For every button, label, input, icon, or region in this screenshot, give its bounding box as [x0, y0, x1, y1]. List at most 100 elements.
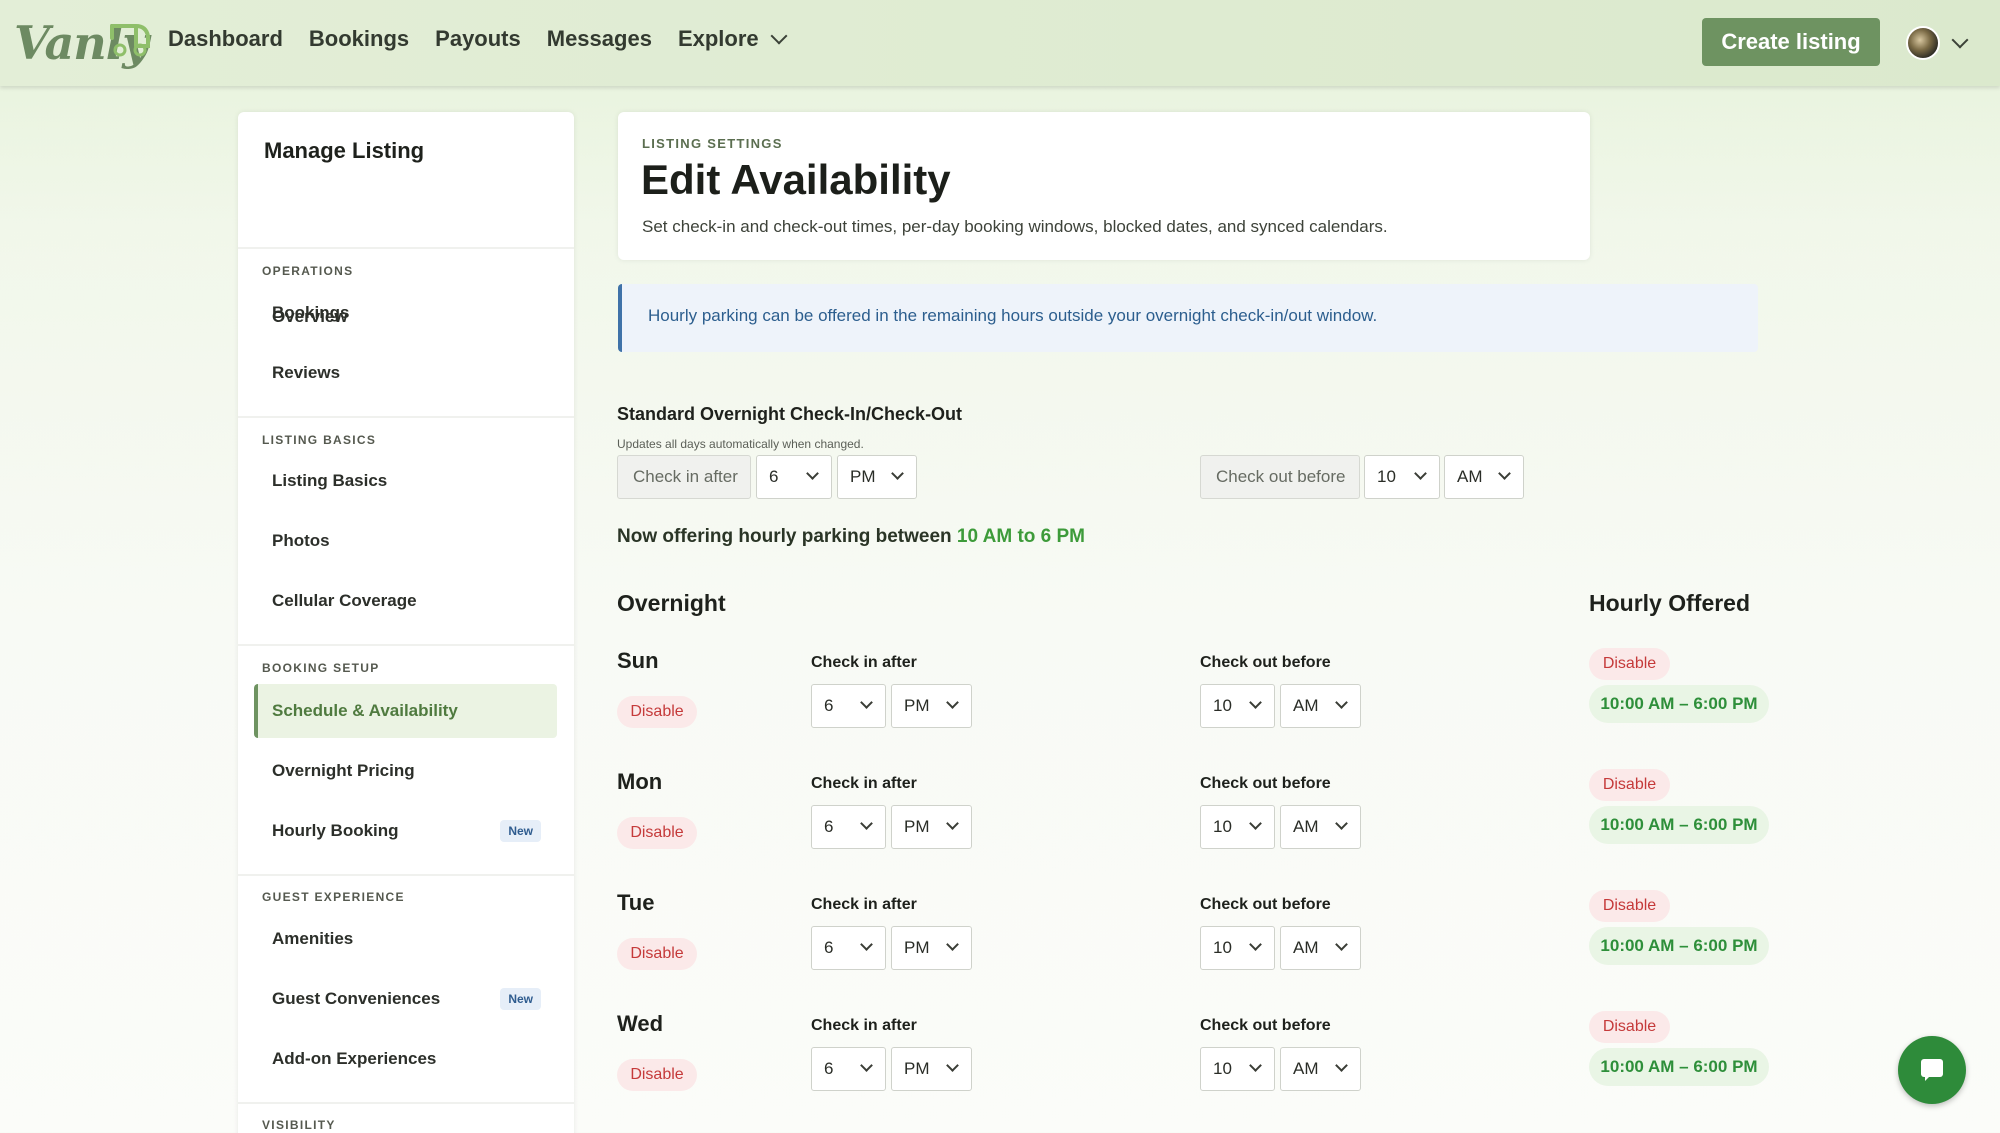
page-subtitle: Set check-in and check-out times, per-da… [642, 217, 1388, 236]
hourly-disable-button[interactable]: Disable [1589, 648, 1670, 680]
chevron-down-icon [860, 696, 873, 709]
create-listing-button[interactable]: Create listing [1702, 18, 1880, 66]
sidebar-item-bookings[interactable]: Bookings [254, 286, 557, 340]
day-checkin-hour-select[interactable]: 6 [811, 684, 886, 728]
chevron-down-icon [770, 27, 788, 45]
select-value: PM [904, 817, 930, 836]
hourly-disable-button[interactable]: Disable [1589, 1011, 1670, 1043]
select-value: PM [850, 467, 876, 486]
day-checkout-ampm-select[interactable]: AM [1280, 684, 1361, 728]
day-checkin-hour-select[interactable]: 6 [811, 1047, 886, 1091]
day-checkin-ampm-select[interactable]: PM [891, 805, 972, 849]
sidebar-item-amenities[interactable]: Amenities [254, 912, 557, 966]
standard-checkin-hour-select[interactable]: 6 [756, 455, 832, 499]
vanly-logo[interactable]: Vanly [14, 16, 150, 70]
top-navbar: Vanly Dashboard Bookings Payouts Message… [0, 0, 2000, 86]
checkin-label: Check in after [811, 896, 917, 913]
sidebar-item-label: Photos [272, 531, 330, 550]
hourly-column-header: Hourly Offered [1589, 590, 1751, 616]
chevron-down-icon [860, 1059, 873, 1072]
day-checkout-hour-select[interactable]: 10 [1200, 926, 1275, 970]
checkin-label: Check in after [811, 775, 917, 792]
sidebar-item-hourly-booking[interactable]: Hourly Booking New [254, 804, 557, 858]
day-checkin-ampm-select[interactable]: PM [891, 926, 972, 970]
nav-dashboard[interactable]: Dashboard [168, 26, 283, 52]
nav-explore[interactable]: Explore [678, 26, 788, 52]
select-value: 10 [1213, 817, 1232, 836]
select-value: 6 [769, 467, 779, 486]
day-checkout-hour-select[interactable]: 10 [1200, 1047, 1275, 1091]
standard-checkin-title: Standard Overnight Check-In/Check-Out [617, 404, 963, 424]
hourly-offer-prefix: Now offering hourly parking between [617, 526, 952, 547]
select-value: 10 [1377, 467, 1396, 486]
sidebar-item-reviews[interactable]: Reviews [254, 346, 557, 400]
section-guest-experience: GUEST EXPERIENCE [262, 890, 405, 904]
hourly-disable-button[interactable]: Disable [1589, 890, 1670, 922]
sidebar-item-schedule-availability[interactable]: Schedule & Availability [254, 684, 557, 738]
chevron-down-icon [860, 817, 873, 830]
chevron-down-icon [1249, 1059, 1262, 1072]
section-operations: OPERATIONS [262, 264, 354, 278]
sidebar-item-guest-conveniences[interactable]: Guest Conveniences New [254, 972, 557, 1026]
avatar[interactable] [1906, 26, 1940, 60]
chevron-down-icon [946, 1059, 959, 1072]
divider [238, 874, 574, 876]
sidebar-item-label: Listing Basics [272, 471, 388, 490]
day-checkout-hour-select[interactable]: 10 [1200, 805, 1275, 849]
nav-bookings[interactable]: Bookings [309, 26, 409, 52]
standard-checkout-ampm-select[interactable]: AM [1444, 455, 1524, 499]
standard-checkout-hour-select[interactable]: 10 [1364, 455, 1440, 499]
select-value: 10 [1213, 1059, 1232, 1078]
checkout-label: Check out before [1200, 1017, 1331, 1034]
hourly-window-badge: 10:00 AM – 6:00 PM [1589, 806, 1769, 844]
info-banner: Hourly parking can be offered in the rem… [618, 284, 1758, 352]
sidebar-item-listing-basics[interactable]: Listing Basics [254, 454, 557, 508]
main-nav: Dashboard Bookings Payouts Messages Expl… [168, 26, 788, 52]
checkin-label: Check in after [811, 1017, 917, 1034]
chevron-down-icon [1249, 817, 1262, 830]
sidebar-title: Manage Listing [264, 138, 425, 163]
checkout-label: Check out before [1200, 896, 1331, 913]
chevron-down-icon [946, 696, 959, 709]
sidebar-item-label: Guest Conveniences [272, 989, 441, 1008]
day-disable-button[interactable]: Disable [617, 1059, 697, 1091]
day-disable-button[interactable]: Disable [617, 696, 697, 728]
day-checkin-hour-select[interactable]: 6 [811, 926, 886, 970]
page-header-card: LISTING SETTINGS Edit Availability Set c… [618, 112, 1590, 260]
checkout-label: Check out before [1200, 775, 1331, 792]
chevron-down-icon [891, 467, 904, 480]
sidebar-item-overnight-pricing[interactable]: Overnight Pricing [254, 744, 557, 798]
day-checkout-ampm-select[interactable]: AM [1280, 805, 1361, 849]
select-value: 6 [824, 817, 834, 836]
sidebar-item-label: Amenities [272, 929, 354, 948]
sidebar: Manage Listing Overview OPERATIONS Booki… [238, 112, 574, 1133]
chevron-down-icon [1335, 938, 1348, 951]
chevron-down-icon [860, 938, 873, 951]
hourly-disable-button[interactable]: Disable [1589, 769, 1670, 801]
select-value: AM [1293, 817, 1319, 836]
day-checkout-ampm-select[interactable]: AM [1280, 926, 1361, 970]
nav-messages[interactable]: Messages [547, 26, 652, 52]
chat-button[interactable] [1898, 1036, 1966, 1104]
hourly-window-badge: 10:00 AM – 6:00 PM [1589, 685, 1769, 723]
day-checkin-ampm-select[interactable]: PM [891, 1047, 972, 1091]
chevron-down-icon [1498, 467, 1511, 480]
standard-checkin-ampm-select[interactable]: PM [837, 455, 917, 499]
select-value: AM [1293, 1059, 1319, 1078]
overnight-column-header: Overnight [617, 590, 726, 616]
day-checkout-ampm-select[interactable]: AM [1280, 1047, 1361, 1091]
day-name: Tue [617, 890, 655, 915]
day-disable-button[interactable]: Disable [617, 938, 697, 970]
sidebar-item-cellular-coverage[interactable]: Cellular Coverage [254, 574, 557, 628]
new-badge: New [500, 988, 541, 1010]
sidebar-item-label: Reviews [272, 363, 341, 382]
nav-payouts[interactable]: Payouts [435, 26, 521, 52]
day-checkin-hour-select[interactable]: 6 [811, 805, 886, 849]
sidebar-item-label: Hourly Booking [272, 821, 399, 840]
sidebar-item-photos[interactable]: Photos [254, 514, 557, 568]
day-disable-button[interactable]: Disable [617, 817, 697, 849]
day-checkout-hour-select[interactable]: 10 [1200, 684, 1275, 728]
day-checkin-ampm-select[interactable]: PM [891, 684, 972, 728]
sidebar-item-add-on-experiences[interactable]: Add-on Experiences [254, 1032, 557, 1086]
chevron-down-icon[interactable] [1951, 31, 1969, 49]
